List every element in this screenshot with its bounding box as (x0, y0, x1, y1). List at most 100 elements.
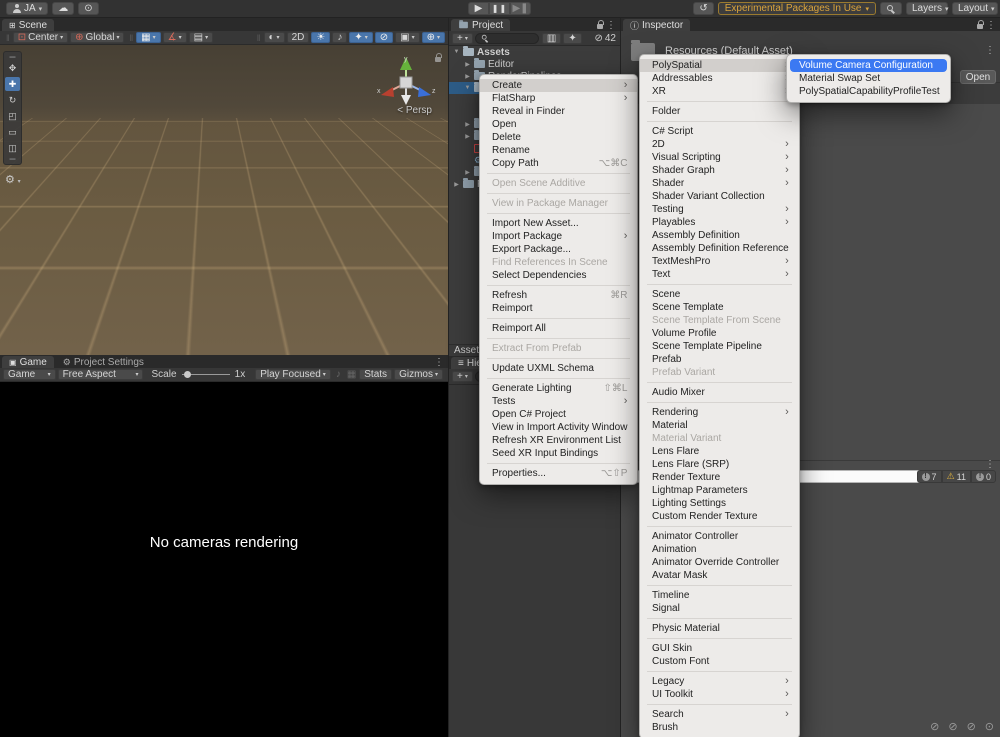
menu-item-select-dependencies[interactable]: Select Dependencies (480, 269, 637, 282)
menu-item-rename[interactable]: Rename (480, 144, 637, 157)
drag-handle[interactable]: ‖ (129, 33, 133, 43)
menu-item-volume-profile[interactable]: Volume Profile (640, 327, 799, 340)
rotate-tool-button[interactable]: ↻ (5, 93, 20, 107)
menu-item-update-uxml-schema[interactable]: Update UXML Schema (480, 362, 637, 375)
menu-item-polyspatialcapabilityprofiletest[interactable]: PolySpatialCapabilityProfileTest (787, 85, 950, 98)
menu-item-generate-lighting[interactable]: Generate Lighting⇧⌘L (480, 382, 637, 395)
menu-item-rendering[interactable]: Rendering› (640, 406, 799, 419)
search-by-type-button[interactable]: ▥ (542, 33, 561, 44)
foldout-arrow-icon[interactable]: ▶ (464, 169, 471, 176)
hidden-objects-toggle[interactable]: ⊘ (375, 32, 393, 43)
scene-viewport[interactable]: y x z < Persp ▬ ✥ ✚ ↻ ◰ ▭ ◫ (0, 45, 448, 355)
move-snap-toggle[interactable]: ▤▾ (189, 32, 213, 43)
menu-item-custom-font[interactable]: Custom Font (640, 655, 799, 668)
auto-refresh-disabled-icon[interactable]: ⊘ (948, 720, 957, 733)
menu-item-search[interactable]: Search› (640, 708, 799, 721)
search-button[interactable] (880, 2, 902, 15)
drag-handle[interactable]: ‖ (257, 33, 261, 43)
menu-item-physic-material[interactable]: Physic Material (640, 622, 799, 635)
menu-item-copy-path[interactable]: Copy Path⌥⌘C (480, 157, 637, 170)
panel-menu-icon[interactable]: ⋮ (606, 20, 616, 31)
menu-item-xr[interactable]: XR› (640, 85, 799, 98)
orientation-dropdown[interactable]: ⊕ Global▾ (70, 32, 124, 43)
menu-item-tests[interactable]: Tests› (480, 395, 637, 408)
menu-item-lighting-settings[interactable]: Lighting Settings (640, 497, 799, 510)
panel-menu-icon[interactable]: ⋮ (434, 357, 444, 368)
menu-item-lightmap-parameters[interactable]: Lightmap Parameters (640, 484, 799, 497)
vsync-icon[interactable]: ▦ (347, 369, 356, 380)
menu-item-visual-scripting[interactable]: Visual Scripting› (640, 151, 799, 164)
tab-project[interactable]: Project (451, 19, 510, 31)
undo-history-button[interactable]: ↺ (693, 2, 713, 15)
menu-item-lens-flare-srp[interactable]: Lens Flare (SRP) (640, 458, 799, 471)
menu-item-playables[interactable]: Playables› (640, 216, 799, 229)
menu-item-avatar-mask[interactable]: Avatar Mask (640, 569, 799, 582)
menu-item-import-package[interactable]: Import Package› (480, 230, 637, 243)
menu-item-animation[interactable]: Animation (640, 543, 799, 556)
drag-handle[interactable]: ‖ (6, 33, 10, 43)
menu-item-reveal-in-finder[interactable]: Reveal in Finder (480, 105, 637, 118)
layers-dropdown[interactable]: Layers ▾ (906, 2, 948, 15)
effects-dropdown[interactable]: ✦▾ (349, 32, 372, 43)
project-tree-item-editor[interactable]: ▶Editor (449, 58, 620, 70)
menu-item-flatsharp[interactable]: FlatSharp› (480, 92, 637, 105)
menu-item-lens-flare[interactable]: Lens Flare (640, 445, 799, 458)
menu-item-animator-override-controller[interactable]: Animator Override Controller (640, 556, 799, 569)
menu-item-seed-xr-input-bindings[interactable]: Seed XR Input Bindings (480, 447, 637, 460)
display-dropdown[interactable]: Game▾ (3, 369, 56, 380)
open-button[interactable]: Open (960, 70, 996, 84)
play-button[interactable]: ▶ (468, 2, 489, 15)
console-info-toggle[interactable]: ! 7 (917, 470, 942, 483)
console-error-toggle[interactable]: ! 0 (971, 470, 996, 483)
foldout-arrow-icon[interactable]: ▶ (464, 61, 471, 68)
menu-item-prefab[interactable]: Prefab (640, 353, 799, 366)
foldout-arrow-icon[interactable]: ▶ (464, 73, 471, 80)
tab-scene[interactable]: ⊞ Scene (2, 19, 54, 31)
lock-icon[interactable] (596, 20, 604, 29)
menu-item-shader[interactable]: Shader› (640, 177, 799, 190)
stats-button[interactable]: Stats (359, 369, 392, 380)
perspective-label[interactable]: < Persp (397, 105, 432, 116)
camera-dropdown[interactable]: ▣▾ (395, 32, 419, 43)
transform-tool-button[interactable]: ◫ (5, 141, 20, 155)
menu-item-testing[interactable]: Testing› (640, 203, 799, 216)
menu-item-scene[interactable]: Scene (640, 288, 799, 301)
hidden-packages-toggle[interactable]: ⊘ 42 (594, 33, 616, 44)
menu-item-assembly-definition[interactable]: Assembly Definition (640, 229, 799, 242)
overlay-drag-handle[interactable]: ▬ (10, 54, 16, 60)
project-search-input[interactable] (475, 33, 539, 44)
layout-dropdown[interactable]: Layout ▾ (952, 2, 998, 15)
menu-item-addressables[interactable]: Addressables› (640, 72, 799, 85)
create-object-button[interactable]: +▾ (452, 371, 473, 382)
menu-item-render-texture[interactable]: Render Texture (640, 471, 799, 484)
pivot-dropdown[interactable]: ⊡ Center▾ (13, 32, 68, 43)
tool-settings-button[interactable]: ⚙ ▾ (5, 173, 21, 186)
step-button[interactable]: ▶❚ (510, 2, 531, 15)
menu-item-text[interactable]: Text› (640, 268, 799, 281)
menu-item-import-new-asset[interactable]: Import New Asset... (480, 217, 637, 230)
foldout-arrow-icon[interactable]: ▼ (464, 85, 471, 91)
cloud-services-button[interactable]: ☁ (52, 2, 74, 15)
menu-item-shader-variant-collection[interactable]: Shader Variant Collection (640, 190, 799, 203)
grid-snap-toggle[interactable]: ▦▾ (136, 32, 160, 43)
play-focus-dropdown[interactable]: Play Focused▾ (255, 369, 331, 380)
auto-lighting-disabled-icon[interactable]: ⊘ (967, 720, 976, 733)
menu-item-gui-skin[interactable]: GUI Skin (640, 642, 799, 655)
scale-slider-knob[interactable] (184, 371, 191, 378)
mute-audio-icon[interactable]: ♪ (336, 369, 341, 380)
orientation-gizmo[interactable]: y x z (374, 53, 438, 111)
menu-item-folder[interactable]: Folder (640, 105, 799, 118)
menu-item-shader-graph[interactable]: Shader Graph› (640, 164, 799, 177)
menu-item-reimport[interactable]: Reimport (480, 302, 637, 315)
menu-item-custom-render-texture[interactable]: Custom Render Texture (640, 510, 799, 523)
menu-item-volume-camera-configuration[interactable]: Volume Camera Configuration (790, 59, 947, 72)
lighting-toggle[interactable]: ☀ (311, 32, 330, 43)
rect-tool-button[interactable]: ▭ (5, 125, 20, 139)
menu-item-open-c-project[interactable]: Open C# Project (480, 408, 637, 421)
menu-item-view-in-import-activity-window[interactable]: View in Import Activity Window (480, 421, 637, 434)
menu-item-open[interactable]: Open (480, 118, 637, 131)
menu-item-audio-mixer[interactable]: Audio Mixer (640, 386, 799, 399)
menu-item-timeline[interactable]: Timeline (640, 589, 799, 602)
menu-item-assembly-definition-reference[interactable]: Assembly Definition Reference (640, 242, 799, 255)
foldout-arrow-icon[interactable]: ▶ (464, 121, 471, 128)
